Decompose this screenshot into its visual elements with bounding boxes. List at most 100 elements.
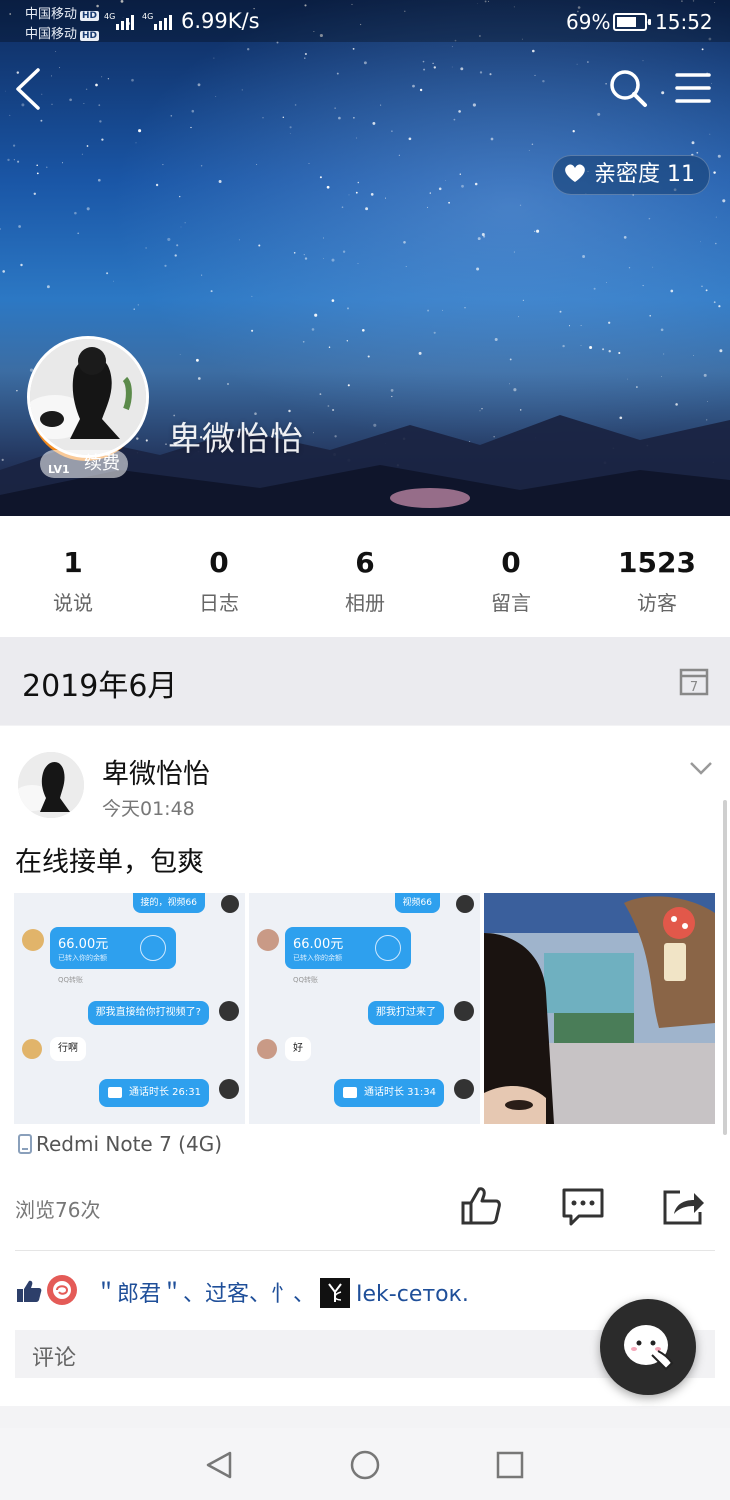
stat-value: 1523 (618, 546, 696, 579)
stat-value: 0 (209, 546, 229, 579)
transfer-tag: QQ转账 (58, 976, 84, 984)
thumbs-up-icon[interactable] (460, 1185, 502, 1227)
chat-bubble: 那我打过来了 (368, 1001, 444, 1025)
chevron-down-icon[interactable] (689, 760, 713, 776)
stat-messages[interactable]: 0 留言 (438, 516, 584, 637)
system-nav-bar (0, 1428, 730, 1500)
intimacy-label: 亲密度 (593, 162, 660, 187)
stat-shuoshuo[interactable]: 1 说说 (0, 516, 146, 637)
yuan-icon (140, 935, 166, 961)
stat-value: 0 (501, 546, 521, 579)
transfer-bubble: 66.00元 已转入你的余额 (50, 927, 176, 969)
calendar-icon[interactable]: 7 (679, 666, 709, 696)
profile-nickname: 卑微怡怡 (168, 419, 304, 458)
chat-avatar (22, 929, 44, 951)
transfer-note: 已转入你的余额 (58, 954, 107, 962)
svg-text:4G: 4G (142, 12, 153, 21)
likers-list[interactable]: ＂郎君＂、过客、忄、 Iek-сеток. (95, 1276, 469, 1308)
assistant-mascot-icon (624, 1325, 674, 1371)
avatar-photo (18, 752, 84, 818)
calendar-day: 7 (690, 680, 698, 695)
transfer-note: 已转入你的余额 (293, 954, 342, 962)
stat-visitors[interactable]: 1523 访客 (584, 516, 730, 637)
transfer-amount: 66.00元 (58, 937, 109, 952)
chat-avatar (219, 1079, 239, 1099)
video-call-icon (343, 1087, 357, 1098)
carrier-1: 中国移动 HD (25, 7, 100, 22)
renew-badge[interactable]: LV1 续费 (40, 450, 128, 478)
search-icon[interactable] (608, 68, 648, 108)
post-author-avatar[interactable] (18, 752, 84, 818)
network-speed: 6.99K/s (181, 9, 260, 33)
post-text: 在线接单，包爽 (15, 847, 204, 878)
level-tag: LV1 (48, 463, 70, 476)
yuan-icon (375, 935, 401, 961)
carrier-2: 中国移动 HD (25, 27, 100, 42)
chat-bubble: 行啊 (50, 1037, 86, 1061)
stat-value: 6 (355, 546, 375, 579)
comment-placeholder: 评论 (32, 1346, 77, 1371)
transfer-amount: 66.00元 (293, 937, 344, 952)
comment-icon[interactable] (561, 1187, 605, 1227)
stats-bar: 1 说说 0 日志 6 相册 0 留言 1523 访客 (0, 516, 730, 637)
divider (15, 1250, 715, 1251)
chat-bubble: 好 (285, 1037, 311, 1061)
post-author-name[interactable]: 卑微怡怡 (102, 752, 210, 791)
rose-avatar[interactable] (46, 1274, 78, 1306)
status-bar: 中国移动 HD 中国移动 HD 4G 4G 6.99K/s 69% 15:52 (0, 0, 730, 42)
chat-avatar (257, 929, 279, 951)
stat-blog[interactable]: 0 日志 (146, 516, 292, 637)
post-image-3[interactable] (484, 893, 715, 1124)
profile-avatar[interactable] (27, 336, 149, 458)
battery-icon (613, 13, 651, 31)
chat-bubble: 接的，视频66 (132, 893, 205, 913)
nav-home-icon[interactable] (349, 1449, 381, 1481)
chat-avatar (219, 1001, 239, 1021)
post-device: Redmi Note 7 (4G) (18, 1132, 222, 1156)
chat-avatar (257, 1039, 277, 1059)
ysl-avatar (320, 1278, 351, 1308)
month-title: 2019年6月 (22, 669, 178, 704)
post-image-2[interactable]: 视频66 66.00元 已转入你的余额 QQ转账 那我打过来了 好 通话时长 3… (249, 893, 480, 1124)
stat-label: 相册 (345, 591, 385, 615)
stat-value: 1 (63, 546, 83, 579)
renew-label: 续费 (84, 453, 120, 474)
intimacy-badge[interactable]: 亲密度 11 (551, 155, 710, 195)
post-time: 今天01:48 (102, 798, 195, 820)
clock: 15:52 (655, 10, 713, 34)
selfie-photo (484, 893, 715, 1124)
share-icon[interactable] (662, 1186, 706, 1226)
chat-bubble: 那我直接给你打视频了? (87, 1001, 209, 1025)
chat-bubble: 视频66 (394, 893, 440, 913)
heart-icon (565, 164, 585, 182)
back-arrow-icon[interactable] (14, 68, 42, 110)
battery-percent: 69% (566, 10, 611, 34)
menu-icon[interactable] (675, 72, 711, 104)
stat-label: 说说 (53, 591, 93, 615)
stat-label: 访客 (637, 591, 677, 615)
stat-label: 留言 (491, 591, 531, 615)
phone-icon (18, 1134, 32, 1154)
chat-avatar (454, 1079, 474, 1099)
assistant-fab[interactable] (600, 1299, 696, 1395)
view-count: 浏览76次 (15, 1198, 101, 1222)
transfer-bubble: 66.00元 已转入你的余额 (285, 927, 411, 969)
chat-avatar (456, 895, 474, 913)
transfer-tag: QQ转账 (293, 976, 319, 984)
svg-text:4G: 4G (104, 12, 115, 21)
stat-label: 日志 (199, 591, 239, 615)
thumbs-up-icon (17, 1280, 42, 1302)
likers-last: Iek-сеток. (356, 1282, 469, 1307)
nav-back-icon[interactable] (204, 1450, 234, 1480)
chat-avatar (221, 895, 239, 913)
avatar-photo (30, 339, 146, 455)
signal-icon: 4G 4G (104, 12, 172, 30)
nav-recents-icon[interactable] (496, 1451, 524, 1479)
video-call-icon (108, 1087, 122, 1098)
intimacy-value: 11 (667, 162, 695, 187)
stat-album[interactable]: 6 相册 (292, 516, 438, 637)
scrollbar[interactable] (723, 800, 727, 1135)
post-image-1[interactable]: 接的，视频66 66.00元 已转入你的余额 QQ转账 那我直接给你打视频了? … (14, 893, 245, 1124)
chat-avatar (454, 1001, 474, 1021)
chat-avatar (22, 1039, 42, 1059)
